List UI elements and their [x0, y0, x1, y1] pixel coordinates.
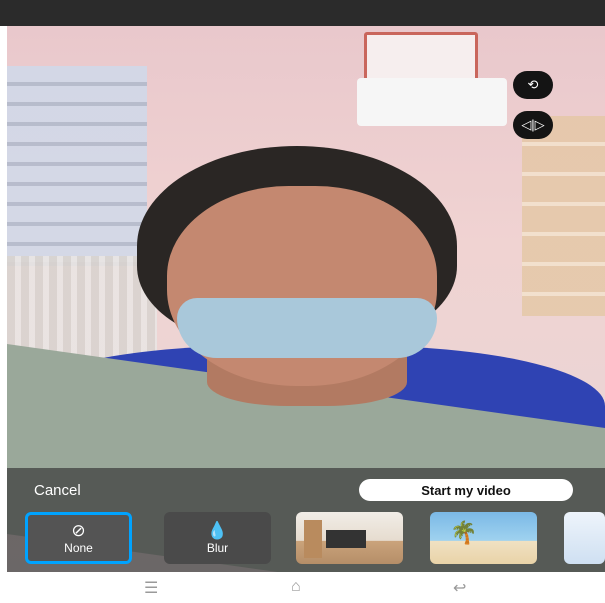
- background-beach[interactable]: 🌴: [430, 512, 537, 564]
- camera-switch-button[interactable]: ⟲: [513, 71, 553, 99]
- cancel-button[interactable]: Cancel: [34, 482, 81, 499]
- status-bar: [0, 0, 605, 26]
- system-navigation-bar: ☰ ⌂ ↩: [0, 572, 605, 603]
- start-video-button[interactable]: Start my video: [359, 479, 573, 501]
- none-icon: ⊘: [71, 520, 86, 540]
- blur-icon: 💧: [206, 520, 229, 540]
- effect-none[interactable]: ⊘ None: [25, 512, 132, 564]
- effect-blur[interactable]: 💧 Blur: [164, 512, 271, 564]
- video-options-panel: Cancel Start my video ⊘ None 💧 Blur 🌴: [7, 468, 605, 572]
- room-tv: [326, 530, 366, 548]
- air-conditioner: [357, 78, 507, 126]
- room-shelf: [304, 520, 322, 558]
- mirror-flip-icon: ◁|▷: [521, 117, 545, 132]
- face-mask: [177, 298, 437, 358]
- back-icon[interactable]: ↩: [453, 578, 466, 598]
- background-room[interactable]: [296, 512, 403, 564]
- mirror-button[interactable]: ◁|▷: [513, 111, 553, 139]
- camera-switch-icon: ⟲: [527, 77, 539, 92]
- background-partial[interactable]: [564, 512, 605, 564]
- effect-label: None: [64, 540, 93, 555]
- background-shelf: [7, 66, 147, 266]
- effect-label: Blur: [206, 540, 229, 555]
- palm-tree-icon: 🌴: [450, 520, 478, 545]
- menu-icon[interactable]: ☰: [144, 578, 158, 598]
- home-icon[interactable]: ⌂: [291, 578, 301, 596]
- background-wall: [522, 116, 605, 316]
